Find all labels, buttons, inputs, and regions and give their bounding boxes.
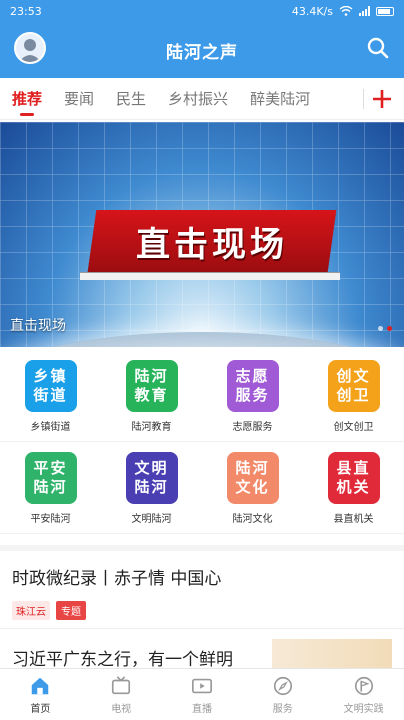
nav-tv[interactable]: 电视 — [81, 669, 162, 720]
status-bar: 23:53 43.4K/s — [0, 0, 404, 22]
app-screen: 23:53 43.4K/s 陆河之声 推荐 要闻 民生 乡村振兴 醉美陆河 直击… — [0, 0, 404, 720]
wifi-icon — [339, 6, 353, 16]
grid-item-safe-luhe[interactable]: 平安 陆河 平安陆河 — [0, 442, 101, 533]
tile-text: 陆河 — [134, 367, 169, 385]
tile-text: 陆河 — [134, 478, 169, 496]
grid-row: 平安 陆河 平安陆河 文明 陆河 文明陆河 陆河 文化 陆河文化 县直 机关 县… — [0, 442, 404, 534]
service-grid: 乡镇 街道 乡镇街道 陆河 教育 陆河教育 志愿 服务 志愿服务 创文 创卫 创… — [0, 350, 404, 540]
tile-text: 服务 — [235, 386, 270, 404]
news-thumbnail — [272, 639, 392, 668]
culture-tile-icon: 陆河 文化 — [226, 452, 279, 504]
battery-icon — [376, 6, 394, 16]
nav-services[interactable]: 服务 — [242, 669, 323, 720]
banner-overlay-text: 直击现场 — [136, 224, 288, 265]
tile-text: 陆河 — [235, 459, 270, 477]
civilized-luhe-tile-icon: 文明 陆河 — [125, 452, 178, 504]
tile-text: 乡镇 — [33, 367, 68, 385]
tile-text: 创文 — [336, 367, 371, 385]
tile-text: 县直 — [336, 459, 371, 477]
banner-pagination — [378, 326, 392, 331]
news-tags: 珠江云 专题 — [12, 601, 392, 620]
signal-icon — [359, 6, 370, 16]
education-tile-icon: 陆河 教育 — [125, 360, 178, 412]
compass-icon — [273, 676, 292, 695]
live-icon — [191, 678, 212, 693]
grid-item-luhe-culture[interactable]: 陆河 文化 陆河文化 — [202, 442, 303, 533]
grid-item-education[interactable]: 陆河 教育 陆河教育 — [101, 350, 202, 441]
grid-item-label: 陆河教育 — [131, 422, 172, 433]
hero-banner[interactable]: 直击现场 直击现场 — [0, 122, 404, 347]
grid-item-label: 平安陆河 — [30, 514, 71, 525]
tv-icon — [112, 675, 131, 694]
nav-live[interactable]: 直播 — [162, 669, 243, 720]
channel-tabs: 推荐 要闻 民生 乡村振兴 醉美陆河 — [0, 78, 404, 120]
nav-label: 电视 — [111, 703, 132, 715]
tab-livelihood[interactable]: 民生 — [116, 78, 146, 120]
safe-luhe-tile-icon: 平安 陆河 — [24, 452, 77, 504]
tile-text: 平安 — [33, 459, 68, 477]
tab-divider — [363, 89, 364, 109]
tab-rural-revival[interactable]: 乡村振兴 — [168, 78, 228, 120]
tile-text: 志愿 — [235, 367, 270, 385]
nav-label: 服务 — [272, 703, 293, 715]
tile-text: 创卫 — [336, 386, 371, 404]
grid-item-volunteer[interactable]: 志愿 服务 志愿服务 — [202, 350, 303, 441]
add-channel-icon[interactable] — [370, 87, 394, 111]
nav-label: 文明实践 — [343, 703, 384, 715]
tile-text: 街道 — [33, 386, 68, 404]
grid-item-label: 志愿服务 — [232, 422, 273, 433]
status-indicators: 43.4K/s — [292, 5, 394, 18]
grid-item-label: 文明陆河 — [131, 514, 172, 525]
app-header: 陆河之声 — [0, 22, 404, 78]
news-item[interactable]: 时政微纪录丨赤子情 中国心 珠江云 专题 — [0, 552, 404, 622]
news-title: 习近平广东之行，有一个鲜明 — [12, 650, 233, 668]
banner-dot-active — [387, 326, 392, 331]
tab-headlines[interactable]: 要闻 — [64, 78, 94, 120]
top-bar: 23:53 43.4K/s 陆河之声 — [0, 0, 404, 78]
civilization-tile-icon: 创文 创卫 — [327, 360, 380, 412]
user-avatar[interactable] — [14, 32, 46, 64]
banner-dot — [378, 326, 383, 331]
section-divider — [0, 545, 404, 551]
status-time: 23:53 — [10, 4, 42, 18]
grid-item-label: 创文创卫 — [333, 422, 374, 433]
bottom-nav: 首页 电视 直播 服务 文明实践 — [0, 668, 404, 720]
nav-label: 首页 — [30, 703, 51, 715]
grid-item-civilized-luhe[interactable]: 文明 陆河 文明陆河 — [101, 442, 202, 533]
flag-icon — [354, 676, 373, 695]
towns-tile-icon: 乡镇 街道 — [24, 360, 77, 412]
home-icon — [32, 677, 49, 694]
grid-item-label: 乡镇街道 — [30, 422, 71, 433]
grid-item-county-agencies[interactable]: 县直 机关 县直机关 — [303, 442, 404, 533]
nav-civilization-practice[interactable]: 文明实践 — [323, 669, 404, 720]
county-agencies-tile-icon: 县直 机关 — [327, 452, 380, 504]
grid-item-civilization[interactable]: 创文 创卫 创文创卫 — [303, 350, 404, 441]
news-source-badge: 珠江云 — [12, 601, 50, 620]
nav-home[interactable]: 首页 — [0, 669, 81, 720]
status-net-speed: 43.4K/s — [291, 4, 333, 18]
banner-caption: 直击现场 — [10, 318, 66, 334]
news-title: 时政微纪录丨赤子情 中国心 — [12, 569, 222, 589]
tile-text: 机关 — [336, 478, 371, 496]
tile-text: 文明 — [134, 459, 169, 477]
tab-scenic-luhe[interactable]: 醉美陆河 — [250, 78, 310, 120]
user-avatar-icon — [19, 39, 41, 62]
tab-recommend[interactable]: 推荐 — [12, 78, 42, 120]
grid-item-label: 县直机关 — [333, 514, 374, 525]
grid-item-label: 陆河文化 — [232, 514, 273, 525]
news-topic-badge: 专题 — [56, 601, 86, 620]
tile-text: 陆河 — [33, 478, 68, 496]
page-title: 陆河之声 — [166, 42, 238, 63]
grid-row: 乡镇 街道 乡镇街道 陆河 教育 陆河教育 志愿 服务 志愿服务 创文 创卫 创… — [0, 350, 404, 442]
banner-plate-base — [80, 272, 340, 280]
nav-label: 直播 — [191, 703, 212, 715]
news-item[interactable]: 习近平广东之行，有一个鲜明 — [0, 628, 404, 668]
tile-text: 文化 — [235, 478, 270, 496]
grid-item-towns[interactable]: 乡镇 街道 乡镇街道 — [0, 350, 101, 441]
volunteer-tile-icon: 志愿 服务 — [226, 360, 279, 412]
search-icon[interactable] — [366, 36, 390, 60]
tile-text: 教育 — [134, 386, 169, 404]
